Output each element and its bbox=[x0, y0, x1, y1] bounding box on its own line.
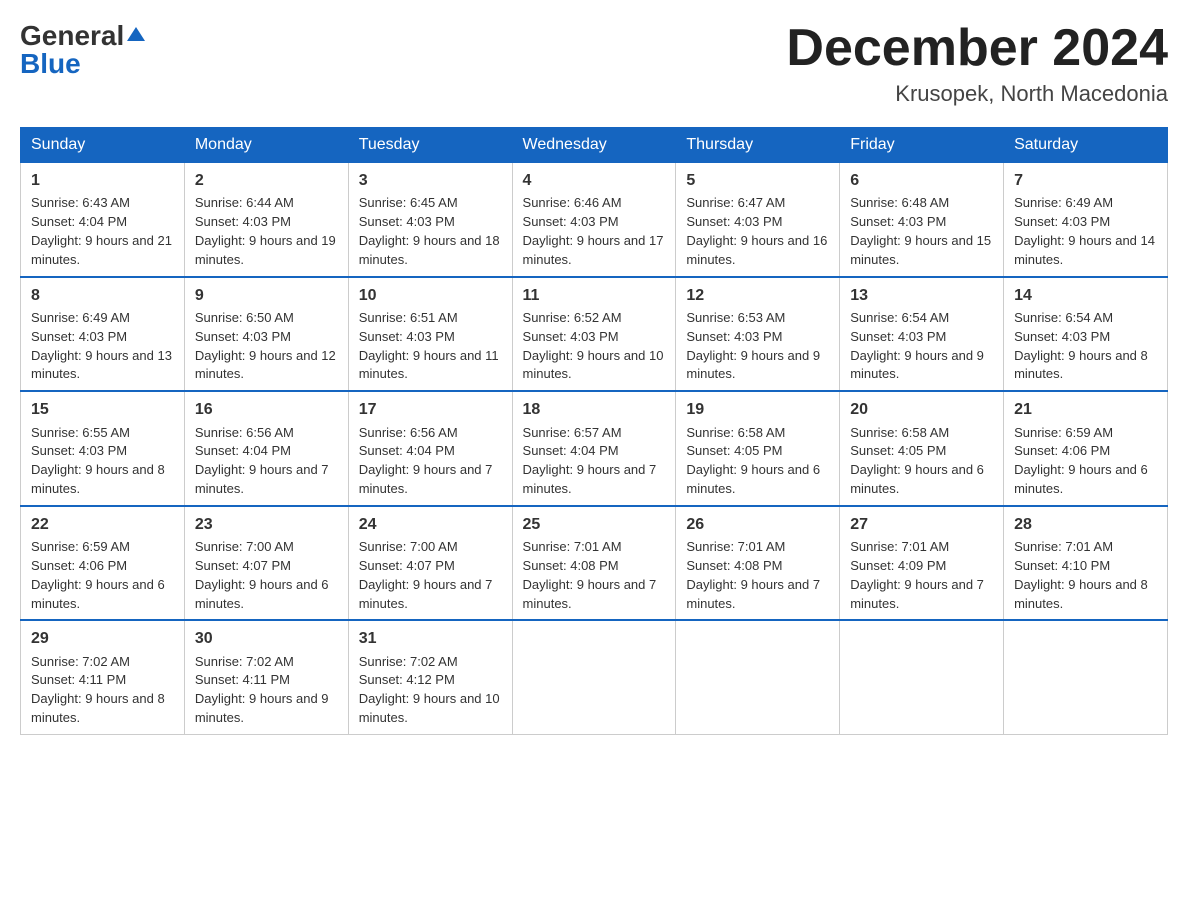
day-number: 5 bbox=[686, 169, 829, 192]
table-row: 31Sunrise: 7:02 AMSunset: 4:12 PMDayligh… bbox=[348, 620, 512, 734]
day-number: 24 bbox=[359, 513, 502, 536]
table-row: 10Sunrise: 6:51 AMSunset: 4:03 PMDayligh… bbox=[348, 277, 512, 392]
col-wednesday: Wednesday bbox=[512, 128, 676, 163]
day-number: 6 bbox=[850, 169, 993, 192]
calendar-table: Sunday Monday Tuesday Wednesday Thursday… bbox=[20, 127, 1168, 735]
calendar-week-row: 1Sunrise: 6:43 AMSunset: 4:04 PMDaylight… bbox=[21, 163, 1168, 277]
calendar-header-row: Sunday Monday Tuesday Wednesday Thursday… bbox=[21, 128, 1168, 163]
day-number: 15 bbox=[31, 398, 174, 421]
table-row: 18Sunrise: 6:57 AMSunset: 4:04 PMDayligh… bbox=[512, 391, 676, 506]
day-number: 20 bbox=[850, 398, 993, 421]
table-row bbox=[512, 620, 676, 734]
table-row: 1Sunrise: 6:43 AMSunset: 4:04 PMDaylight… bbox=[21, 163, 185, 277]
day-number: 28 bbox=[1014, 513, 1157, 536]
table-row: 13Sunrise: 6:54 AMSunset: 4:03 PMDayligh… bbox=[840, 277, 1004, 392]
logo: General Blue bbox=[20, 20, 145, 80]
month-title: December 2024 bbox=[786, 20, 1168, 77]
table-row: 27Sunrise: 7:01 AMSunset: 4:09 PMDayligh… bbox=[840, 506, 1004, 621]
col-friday: Friday bbox=[840, 128, 1004, 163]
logo-triangle-icon bbox=[127, 27, 145, 41]
day-number: 17 bbox=[359, 398, 502, 421]
day-number: 21 bbox=[1014, 398, 1157, 421]
table-row: 28Sunrise: 7:01 AMSunset: 4:10 PMDayligh… bbox=[1004, 506, 1168, 621]
table-row bbox=[676, 620, 840, 734]
table-row: 3Sunrise: 6:45 AMSunset: 4:03 PMDaylight… bbox=[348, 163, 512, 277]
day-number: 9 bbox=[195, 284, 338, 307]
table-row: 17Sunrise: 6:56 AMSunset: 4:04 PMDayligh… bbox=[348, 391, 512, 506]
table-row: 15Sunrise: 6:55 AMSunset: 4:03 PMDayligh… bbox=[21, 391, 185, 506]
day-number: 22 bbox=[31, 513, 174, 536]
table-row: 22Sunrise: 6:59 AMSunset: 4:06 PMDayligh… bbox=[21, 506, 185, 621]
table-row: 23Sunrise: 7:00 AMSunset: 4:07 PMDayligh… bbox=[184, 506, 348, 621]
col-saturday: Saturday bbox=[1004, 128, 1168, 163]
page-header: General Blue December 2024 Krusopek, Nor… bbox=[20, 20, 1168, 107]
calendar-week-row: 15Sunrise: 6:55 AMSunset: 4:03 PMDayligh… bbox=[21, 391, 1168, 506]
table-row: 25Sunrise: 7:01 AMSunset: 4:08 PMDayligh… bbox=[512, 506, 676, 621]
day-number: 12 bbox=[686, 284, 829, 307]
day-number: 3 bbox=[359, 169, 502, 192]
table-row: 29Sunrise: 7:02 AMSunset: 4:11 PMDayligh… bbox=[21, 620, 185, 734]
table-row: 12Sunrise: 6:53 AMSunset: 4:03 PMDayligh… bbox=[676, 277, 840, 392]
table-row: 6Sunrise: 6:48 AMSunset: 4:03 PMDaylight… bbox=[840, 163, 1004, 277]
day-number: 26 bbox=[686, 513, 829, 536]
table-row: 5Sunrise: 6:47 AMSunset: 4:03 PMDaylight… bbox=[676, 163, 840, 277]
table-row bbox=[1004, 620, 1168, 734]
day-number: 13 bbox=[850, 284, 993, 307]
table-row: 4Sunrise: 6:46 AMSunset: 4:03 PMDaylight… bbox=[512, 163, 676, 277]
table-row: 26Sunrise: 7:01 AMSunset: 4:08 PMDayligh… bbox=[676, 506, 840, 621]
table-row bbox=[840, 620, 1004, 734]
day-number: 2 bbox=[195, 169, 338, 192]
col-sunday: Sunday bbox=[21, 128, 185, 163]
table-row: 19Sunrise: 6:58 AMSunset: 4:05 PMDayligh… bbox=[676, 391, 840, 506]
calendar-week-row: 22Sunrise: 6:59 AMSunset: 4:06 PMDayligh… bbox=[21, 506, 1168, 621]
day-number: 30 bbox=[195, 627, 338, 650]
day-number: 7 bbox=[1014, 169, 1157, 192]
day-number: 14 bbox=[1014, 284, 1157, 307]
table-row: 7Sunrise: 6:49 AMSunset: 4:03 PMDaylight… bbox=[1004, 163, 1168, 277]
col-tuesday: Tuesday bbox=[348, 128, 512, 163]
day-number: 18 bbox=[523, 398, 666, 421]
table-row: 11Sunrise: 6:52 AMSunset: 4:03 PMDayligh… bbox=[512, 277, 676, 392]
table-row: 2Sunrise: 6:44 AMSunset: 4:03 PMDaylight… bbox=[184, 163, 348, 277]
day-number: 25 bbox=[523, 513, 666, 536]
day-number: 19 bbox=[686, 398, 829, 421]
col-thursday: Thursday bbox=[676, 128, 840, 163]
table-row: 16Sunrise: 6:56 AMSunset: 4:04 PMDayligh… bbox=[184, 391, 348, 506]
day-number: 23 bbox=[195, 513, 338, 536]
day-number: 10 bbox=[359, 284, 502, 307]
col-monday: Monday bbox=[184, 128, 348, 163]
table-row: 14Sunrise: 6:54 AMSunset: 4:03 PMDayligh… bbox=[1004, 277, 1168, 392]
day-number: 8 bbox=[31, 284, 174, 307]
day-number: 31 bbox=[359, 627, 502, 650]
table-row: 30Sunrise: 7:02 AMSunset: 4:11 PMDayligh… bbox=[184, 620, 348, 734]
day-number: 11 bbox=[523, 284, 666, 307]
day-number: 1 bbox=[31, 169, 174, 192]
table-row: 24Sunrise: 7:00 AMSunset: 4:07 PMDayligh… bbox=[348, 506, 512, 621]
location-subtitle: Krusopek, North Macedonia bbox=[786, 81, 1168, 107]
title-block: December 2024 Krusopek, North Macedonia bbox=[786, 20, 1168, 107]
day-number: 27 bbox=[850, 513, 993, 536]
table-row: 8Sunrise: 6:49 AMSunset: 4:03 PMDaylight… bbox=[21, 277, 185, 392]
calendar-week-row: 8Sunrise: 6:49 AMSunset: 4:03 PMDaylight… bbox=[21, 277, 1168, 392]
calendar-week-row: 29Sunrise: 7:02 AMSunset: 4:11 PMDayligh… bbox=[21, 620, 1168, 734]
day-number: 16 bbox=[195, 398, 338, 421]
logo-blue-text: Blue bbox=[20, 48, 81, 80]
table-row: 21Sunrise: 6:59 AMSunset: 4:06 PMDayligh… bbox=[1004, 391, 1168, 506]
day-number: 29 bbox=[31, 627, 174, 650]
day-number: 4 bbox=[523, 169, 666, 192]
table-row: 9Sunrise: 6:50 AMSunset: 4:03 PMDaylight… bbox=[184, 277, 348, 392]
table-row: 20Sunrise: 6:58 AMSunset: 4:05 PMDayligh… bbox=[840, 391, 1004, 506]
